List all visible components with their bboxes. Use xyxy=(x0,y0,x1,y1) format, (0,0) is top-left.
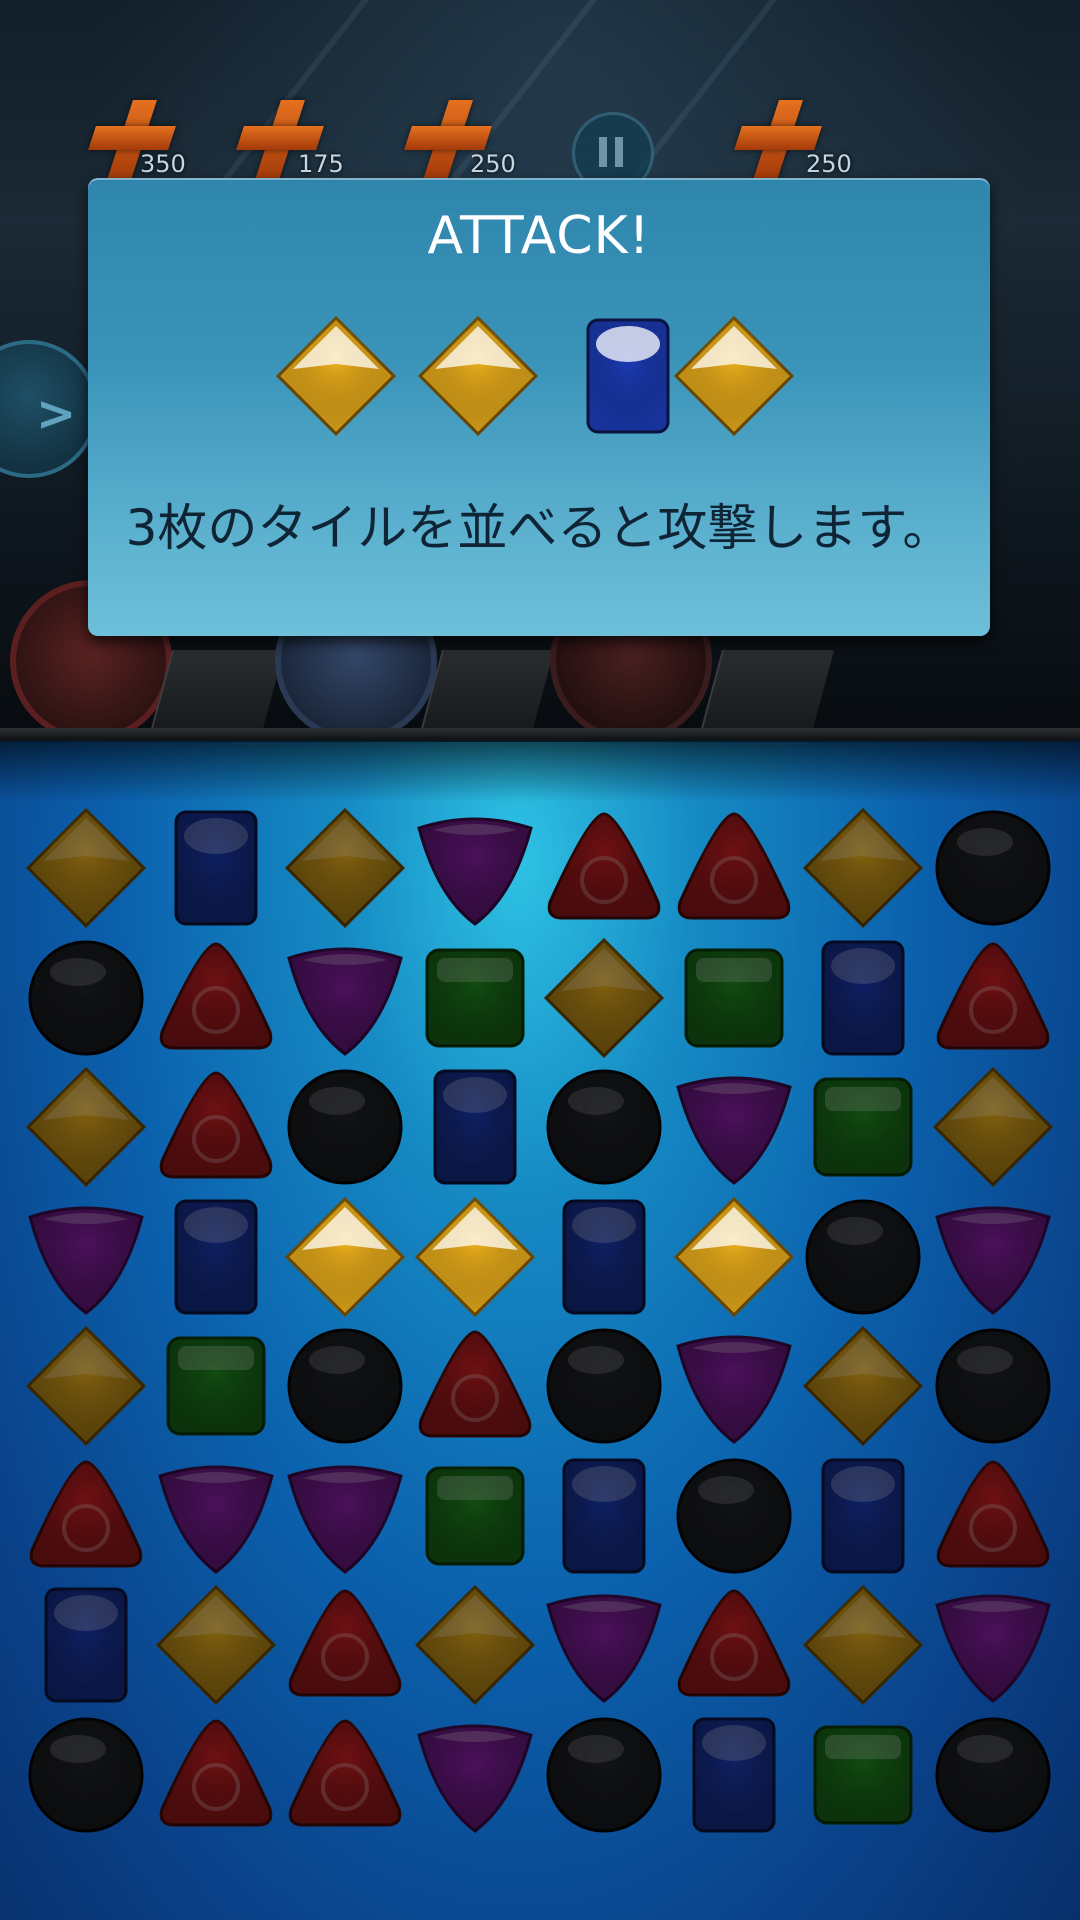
purple-tile[interactable] xyxy=(413,1713,537,1837)
dialog-message: 3枚のタイルを並べると攻撃します。 xyxy=(125,499,953,557)
black-tile[interactable] xyxy=(542,1713,666,1837)
purple-tile[interactable] xyxy=(413,806,537,930)
yellow-gem-icon xyxy=(416,314,540,438)
dialog-gem-example xyxy=(274,314,814,444)
purple-tile[interactable] xyxy=(283,936,407,1060)
red-tile[interactable] xyxy=(931,936,1055,1060)
purple-tile[interactable] xyxy=(931,1195,1055,1319)
green-tile[interactable] xyxy=(801,1713,925,1837)
red-tile[interactable] xyxy=(931,1454,1055,1578)
purple-tile[interactable] xyxy=(672,1065,796,1189)
black-tile[interactable] xyxy=(24,936,148,1060)
ability-cost-value: 350 xyxy=(140,150,186,178)
yellow-tile[interactable] xyxy=(283,806,407,930)
red-tile[interactable] xyxy=(413,1324,537,1448)
hero-ability-bar xyxy=(697,650,835,740)
yellow-tile[interactable] xyxy=(24,1065,148,1189)
black-tile[interactable] xyxy=(931,806,1055,930)
red-tile[interactable] xyxy=(542,806,666,930)
blue-tile[interactable] xyxy=(672,1713,796,1837)
black-tile[interactable] xyxy=(931,1324,1055,1448)
blue-tile[interactable] xyxy=(24,1583,148,1707)
hud-divider xyxy=(0,728,1080,740)
purple-tile[interactable] xyxy=(542,1583,666,1707)
next-arrow-icon: > xyxy=(36,386,77,442)
yellow-tile[interactable] xyxy=(931,1065,1055,1189)
black-tile[interactable] xyxy=(542,1065,666,1189)
green-tile[interactable] xyxy=(801,1065,925,1189)
yellow-tile[interactable] xyxy=(801,806,925,930)
red-tile[interactable] xyxy=(24,1454,148,1578)
hero-ability-bar xyxy=(417,650,555,740)
yellow-tile[interactable] xyxy=(283,1195,407,1319)
yellow-tile[interactable] xyxy=(801,1324,925,1448)
tutorial-dialog[interactable]: ATTACK! 3枚のタイルを並べると攻撃します。 xyxy=(88,178,990,636)
yellow-tile[interactable] xyxy=(413,1195,537,1319)
black-tile[interactable] xyxy=(672,1454,796,1578)
black-tile[interactable] xyxy=(24,1713,148,1837)
yellow-tile[interactable] xyxy=(801,1583,925,1707)
yellow-gem-icon xyxy=(274,314,398,438)
blue-tile[interactable] xyxy=(542,1195,666,1319)
yellow-tile[interactable] xyxy=(542,936,666,1060)
blue-tile[interactable] xyxy=(801,1454,925,1578)
dialog-title: ATTACK! xyxy=(427,206,651,266)
red-tile[interactable] xyxy=(154,936,278,1060)
purple-tile[interactable] xyxy=(931,1583,1055,1707)
game-board[interactable] xyxy=(0,742,1080,1920)
yellow-tile[interactable] xyxy=(154,1583,278,1707)
yellow-tile[interactable] xyxy=(24,806,148,930)
green-tile[interactable] xyxy=(413,1454,537,1578)
red-tile[interactable] xyxy=(154,1713,278,1837)
blue-tile[interactable] xyxy=(413,1065,537,1189)
black-tile[interactable] xyxy=(801,1195,925,1319)
black-tile[interactable] xyxy=(283,1065,407,1189)
green-tile[interactable] xyxy=(672,936,796,1060)
red-tile[interactable] xyxy=(283,1583,407,1707)
blue-tile[interactable] xyxy=(801,936,925,1060)
pause-icon xyxy=(599,137,607,167)
black-tile[interactable] xyxy=(283,1324,407,1448)
purple-tile[interactable] xyxy=(283,1454,407,1578)
hero-ability-bar xyxy=(147,650,285,740)
red-tile[interactable] xyxy=(672,1583,796,1707)
green-tile[interactable] xyxy=(154,1324,278,1448)
green-tile[interactable] xyxy=(413,936,537,1060)
purple-tile[interactable] xyxy=(672,1324,796,1448)
ability-cost-value: 250 xyxy=(806,150,852,178)
blue-tile[interactable] xyxy=(154,1195,278,1319)
red-tile[interactable] xyxy=(672,806,796,930)
black-tile[interactable] xyxy=(542,1324,666,1448)
ability-cost-value: 175 xyxy=(298,150,344,178)
purple-tile[interactable] xyxy=(24,1195,148,1319)
red-tile[interactable] xyxy=(283,1713,407,1837)
red-tile[interactable] xyxy=(154,1065,278,1189)
black-tile[interactable] xyxy=(931,1713,1055,1837)
yellow-tile[interactable] xyxy=(24,1324,148,1448)
blue-tile[interactable] xyxy=(154,806,278,930)
blue-tile[interactable] xyxy=(542,1454,666,1578)
yellow-gem-icon xyxy=(672,314,796,438)
ability-cost-value: 250 xyxy=(470,150,516,178)
next-button[interactable]: > xyxy=(0,340,98,478)
purple-tile[interactable] xyxy=(154,1454,278,1578)
yellow-tile[interactable] xyxy=(672,1195,796,1319)
yellow-tile[interactable] xyxy=(413,1583,537,1707)
